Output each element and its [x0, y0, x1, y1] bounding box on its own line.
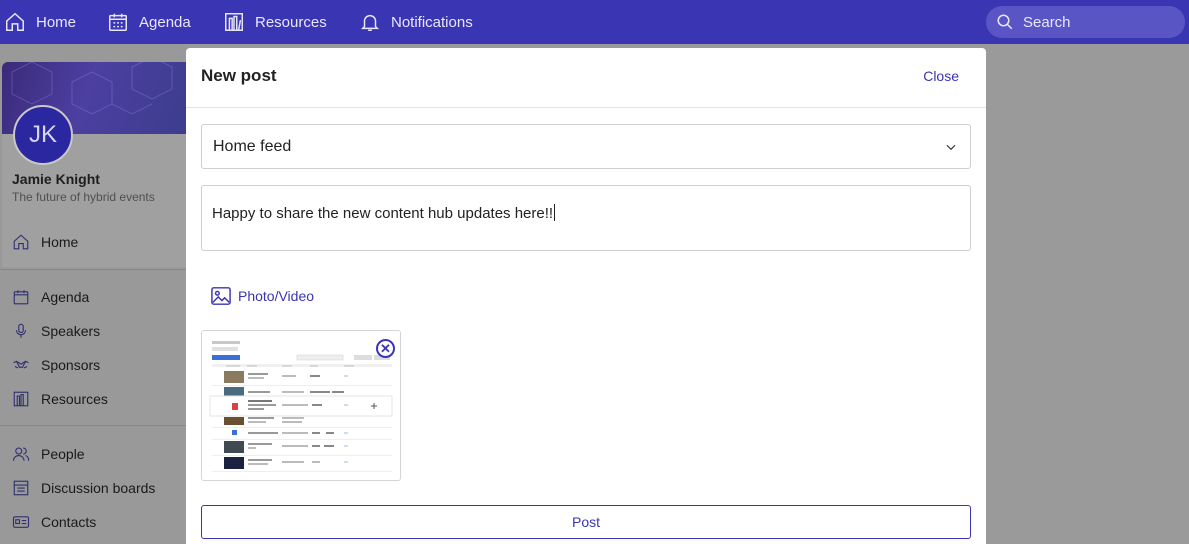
sidebar-item-discussion-boards[interactable]: Discussion boards: [12, 479, 155, 497]
calendar-icon: [13, 290, 29, 305]
post-button[interactable]: Post: [201, 505, 971, 539]
remove-attachment-button[interactable]: ✕: [376, 339, 395, 358]
resources-icon: [13, 391, 29, 407]
photo-video-button[interactable]: Photo/Video: [210, 286, 314, 306]
sidebar-item-label: Speakers: [41, 323, 101, 339]
sidebar-item-label: People: [41, 446, 85, 462]
close-circle-icon: ✕: [380, 341, 391, 356]
sidebar-item-speakers[interactable]: Speakers: [12, 322, 100, 340]
text-caret: [554, 204, 556, 221]
post-text-value: Happy to share the new content hub updat…: [212, 205, 554, 222]
avatar[interactable]: JK: [13, 105, 73, 165]
post-text-input[interactable]: Happy to share the new content hub updat…: [201, 185, 971, 251]
attachment-preview-image: [202, 331, 400, 480]
nav-home[interactable]: Home: [4, 0, 76, 44]
bell-icon: [360, 14, 380, 31]
search-input[interactable]: Search: [986, 6, 1185, 38]
nav-resources[interactable]: Resources: [223, 0, 327, 44]
sidebar-item-label: Home: [41, 234, 79, 250]
resources-icon: [225, 13, 243, 31]
home-icon: [13, 234, 29, 250]
sidebar-item-label: Discussion boards: [41, 480, 156, 496]
sidebar: JK Jamie Knight The future of hybrid eve…: [0, 44, 186, 544]
photo-video-label: Photo/Video: [238, 288, 315, 304]
nav-home-label: Home: [36, 13, 77, 31]
sidebar-item-sponsors[interactable]: Sponsors: [12, 356, 100, 374]
sidebar-item-people[interactable]: People: [12, 445, 85, 463]
people-icon: [12, 447, 30, 461]
modal-title: New post: [201, 66, 277, 85]
search-placeholder: Search: [1023, 13, 1071, 31]
profile-tagline: The future of hybrid events: [12, 190, 155, 204]
sidebar-item-resources[interactable]: Resources: [12, 390, 108, 408]
sidebar-divider: [0, 269, 186, 270]
nav-resources-label: Resources: [255, 13, 327, 31]
nav-agenda-label: Agenda: [139, 13, 191, 31]
new-post-modal: New post Close Home feed Happy to share …: [186, 48, 986, 544]
attachment-thumbnail: ✕: [201, 330, 401, 481]
handshake-icon: [13, 360, 29, 369]
nav-notifications[interactable]: Notifications: [359, 0, 473, 44]
microphone-icon: [15, 323, 27, 338]
sidebar-item-label: Agenda: [41, 289, 90, 305]
feed-select[interactable]: Home feed: [201, 124, 971, 169]
contact-card-icon: [12, 516, 30, 528]
chevron-down-icon: [946, 144, 956, 151]
calendar-icon: [109, 13, 127, 31]
close-button[interactable]: Close: [923, 68, 959, 84]
sidebar-item-label: Sponsors: [41, 357, 101, 373]
nav-agenda[interactable]: Agenda: [107, 0, 191, 44]
modal-header: New post Close: [186, 48, 986, 108]
sidebar-divider: [0, 425, 186, 426]
nav-notifications-label: Notifications: [391, 13, 473, 31]
sidebar-item-home[interactable]: Home: [12, 233, 78, 251]
discussion-icon: [13, 480, 29, 496]
sidebar-item-label: Resources: [41, 391, 108, 407]
profile-name[interactable]: Jamie Knight: [12, 171, 100, 187]
sidebar-item-label: Contacts: [41, 514, 97, 530]
sidebar-item-agenda[interactable]: Agenda: [12, 288, 89, 306]
home-icon: [6, 12, 24, 31]
feed-select-value: Home feed: [213, 137, 292, 155]
image-icon: [211, 287, 231, 305]
search-icon: [997, 14, 1013, 30]
sidebar-item-contacts[interactable]: Contacts: [12, 513, 96, 531]
top-navigation: Home Agenda Resources Notifications Sear…: [0, 0, 1189, 44]
